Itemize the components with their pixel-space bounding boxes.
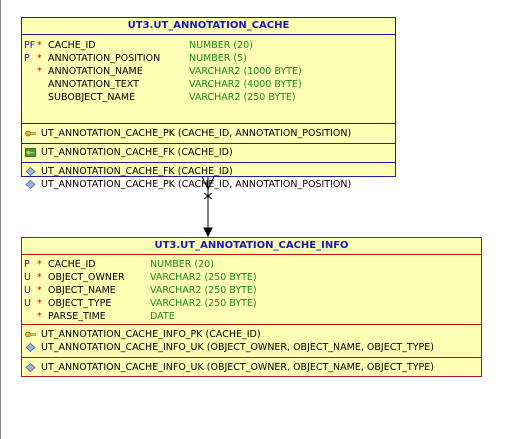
key-flag: PF: [24, 40, 36, 51]
arrow-head-icon: [203, 227, 213, 238]
column-type: NUMBER (20): [189, 40, 253, 51]
index-section: UT_ANNOTATION_CACHE_FK (CACHE_ID) UT_ANN…: [22, 162, 395, 194]
column-row[interactable]: P * ANNOTATION_POSITION NUMBER (5): [22, 52, 395, 65]
column-row[interactable]: P * CACHE_ID NUMBER (20): [22, 258, 481, 271]
index-label: UT_ANNOTATION_CACHE_FK (CACHE_ID): [41, 166, 233, 177]
required-marker: *: [37, 259, 42, 270]
key-flag: P: [24, 259, 30, 270]
column-type: DATE: [150, 311, 175, 322]
column-name: OBJECT_TYPE: [48, 298, 112, 309]
column-type: VARCHAR2 (1000 BYTE): [189, 66, 302, 77]
column-name: ANNOTATION_TEXT: [48, 79, 139, 90]
key-label: UT_ANNOTATION_CACHE_INFO_UK (OBJECT_OWNE…: [41, 342, 434, 353]
key-flag: U: [24, 285, 31, 296]
key-label: UT_ANNOTATION_CACHE_FK (CACHE_ID): [41, 147, 233, 158]
required-marker: *: [37, 285, 42, 296]
primary-key-row[interactable]: UT_ANNOTATION_CACHE_INFO_PK (CACHE_ID): [22, 328, 481, 341]
column-row[interactable]: SUBOBJECT_NAME VARCHAR2 (250 BYTE): [22, 91, 395, 104]
primary-key-section: UT_ANNOTATION_CACHE_PK (CACHE_ID, ANNOTA…: [22, 123, 395, 143]
column-row[interactable]: * ANNOTATION_NAME VARCHAR2 (1000 BYTE): [22, 65, 395, 78]
annotation-cache-table[interactable]: UT3.UT_ANNOTATION_CACHE PF * CACHE_ID NU…: [21, 17, 396, 190]
required-marker: *: [37, 53, 42, 64]
column-row[interactable]: U * OBJECT_OWNER VARCHAR2 (250 BYTE): [22, 271, 481, 284]
unique-key-row[interactable]: UT_ANNOTATION_CACHE_INFO_UK (OBJECT_OWNE…: [22, 341, 481, 354]
diamond-icon: [25, 180, 36, 189]
column-name: OBJECT_NAME: [48, 285, 116, 296]
column-name: ANNOTATION_NAME: [48, 66, 143, 77]
column-name: CACHE_ID: [48, 40, 96, 51]
column-name: OBJECT_OWNER: [48, 272, 125, 283]
column-row[interactable]: * PARSE_TIME DATE: [22, 310, 481, 323]
table-title: UT3.UT_ANNOTATION_CACHE: [22, 18, 395, 35]
column-type: VARCHAR2 (250 BYTE): [150, 285, 257, 296]
column-name: PARSE_TIME: [48, 311, 106, 322]
index-section: UT_ANNOTATION_CACHE_INFO_UK (OBJECT_OWNE…: [22, 357, 481, 377]
required-marker: *: [37, 66, 42, 77]
column-name: ANNOTATION_POSITION: [48, 53, 161, 64]
index-row[interactable]: UT_ANNOTATION_CACHE_INFO_UK (OBJECT_OWNE…: [22, 361, 481, 374]
column-type: VARCHAR2 (250 BYTE): [150, 298, 257, 309]
key-label: UT_ANNOTATION_CACHE_INFO_PK (CACHE_ID): [41, 329, 261, 340]
required-marker: *: [37, 272, 42, 283]
index-label: UT_ANNOTATION_CACHE_INFO_UK (OBJECT_OWNE…: [41, 362, 434, 373]
key-icon: [25, 130, 36, 137]
column-name: SUBOBJECT_NAME: [48, 92, 136, 103]
key-icon: [25, 331, 36, 338]
key-flag: U: [24, 298, 31, 309]
foreign-key-icon: [25, 148, 36, 157]
columns-section: P * CACHE_ID NUMBER (20) U * OBJECT_OWNE…: [22, 255, 481, 324]
column-type: NUMBER (5): [189, 53, 247, 64]
column-type: VARCHAR2 (4000 BYTE): [189, 79, 302, 90]
foreign-key-section: UT_ANNOTATION_CACHE_FK (CACHE_ID): [22, 143, 395, 162]
diamond-icon: [25, 363, 36, 372]
column-type: VARCHAR2 (250 BYTE): [150, 272, 257, 283]
column-type: NUMBER (20): [150, 259, 214, 270]
keys-section: UT_ANNOTATION_CACHE_INFO_PK (CACHE_ID) U…: [22, 324, 481, 357]
diamond-icon: [25, 167, 36, 176]
index-label: UT_ANNOTATION_CACHE_PK (CACHE_ID, ANNOTA…: [41, 179, 352, 190]
diamond-icon: [25, 343, 36, 352]
columns-section: PF * CACHE_ID NUMBER (20) P * ANNOTATION…: [22, 35, 395, 123]
column-row[interactable]: ANNOTATION_TEXT VARCHAR2 (4000 BYTE): [22, 78, 395, 91]
required-marker: *: [37, 298, 42, 309]
key-flag: U: [24, 272, 31, 283]
column-row[interactable]: U * OBJECT_TYPE VARCHAR2 (250 BYTE): [22, 297, 481, 310]
index-row[interactable]: UT_ANNOTATION_CACHE_FK (CACHE_ID): [22, 165, 395, 178]
column-type: VARCHAR2 (250 BYTE): [189, 92, 296, 103]
table-title: UT3.UT_ANNOTATION_CACHE_INFO: [22, 238, 481, 255]
column-name: CACHE_ID: [48, 259, 96, 270]
column-row[interactable]: PF * CACHE_ID NUMBER (20): [22, 39, 395, 52]
column-row[interactable]: U * OBJECT_NAME VARCHAR2 (250 BYTE): [22, 284, 481, 297]
foreign-key-row[interactable]: UT_ANNOTATION_CACHE_FK (CACHE_ID): [22, 146, 395, 159]
annotation-cache-info-table[interactable]: UT3.UT_ANNOTATION_CACHE_INFO P * CACHE_I…: [21, 237, 482, 377]
index-row[interactable]: UT_ANNOTATION_CACHE_PK (CACHE_ID, ANNOTA…: [22, 178, 395, 191]
key-label: UT_ANNOTATION_CACHE_PK (CACHE_ID, ANNOTA…: [41, 128, 352, 139]
required-marker: *: [37, 40, 42, 51]
key-flag: P: [24, 53, 30, 64]
required-marker: *: [37, 311, 42, 322]
primary-key-row[interactable]: UT_ANNOTATION_CACHE_PK (CACHE_ID, ANNOTA…: [22, 127, 395, 140]
